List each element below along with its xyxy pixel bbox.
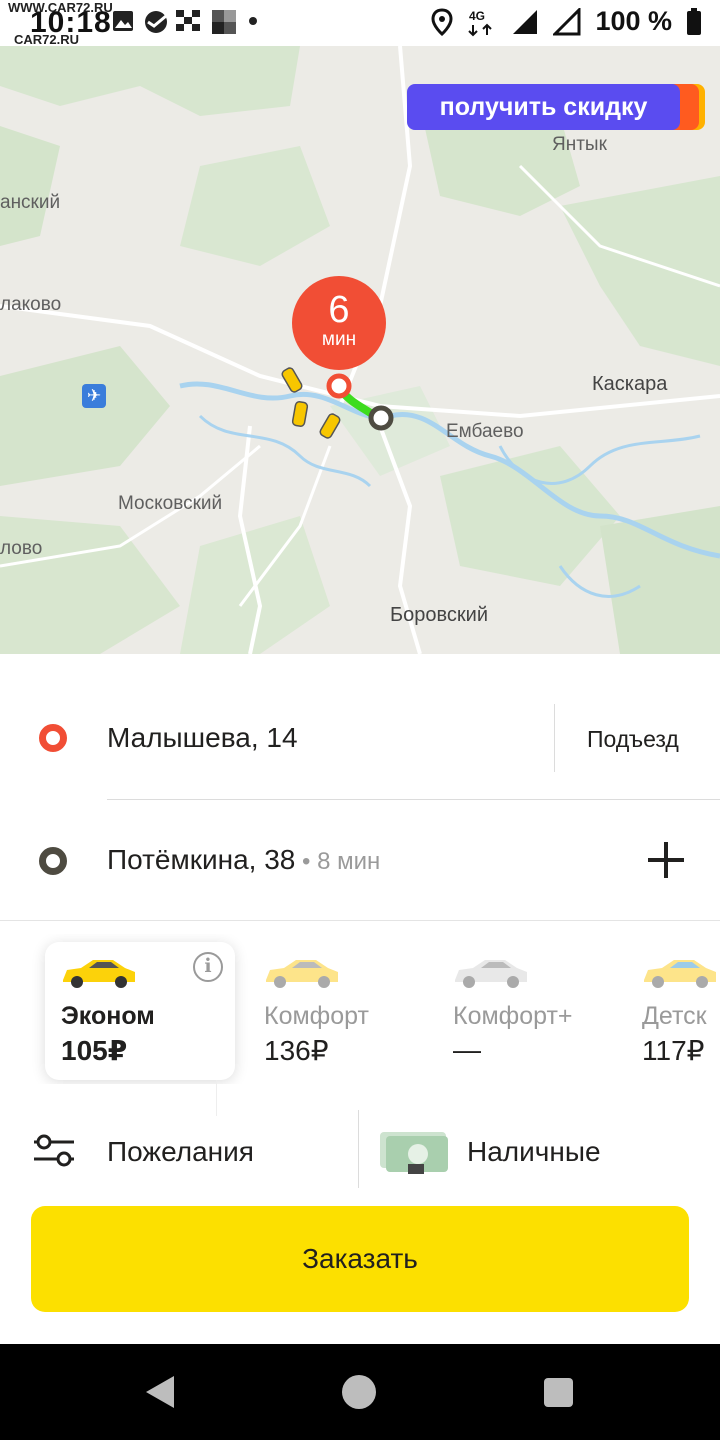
tariff-card-comfort-plus[interactable]: Комфорт+ — [437,942,627,1080]
signal-icon [513,9,538,34]
payment-label: Наличные [467,1136,601,1167]
map-place-kaskara: Каскара [592,373,668,395]
divider [0,920,720,921]
recent-apps-icon[interactable] [544,1378,573,1407]
network-type-text: 4G [469,9,485,23]
watermark-bottom: CAR72.RU [14,32,80,47]
battery-percent: 100 % [595,6,672,36]
wifi-signal-icon [553,7,581,35]
map-place-lovo: лово [0,538,43,559]
tariff-name: Комфорт+ [453,1002,573,1030]
cash-icon [380,1132,448,1174]
divider [107,799,720,800]
divider [554,704,555,772]
map-place-moskovskiy: Московский [118,493,223,514]
order-button[interactable]: Заказать [31,1206,689,1312]
home-icon[interactable] [342,1375,376,1409]
pickup-eta-badge: 6 мин [292,276,386,370]
entrance-button[interactable]: Подъезд [587,726,679,753]
more-notifications-dot-icon [249,17,257,25]
map[interactable]: получить скидку Янтык анский лаково Каск… [0,46,720,654]
divider [358,1110,359,1188]
pickup-eta-unit: мин [321,329,357,350]
tariff-card-econom[interactable]: i Эконом 105₽ [45,942,235,1080]
map-place-lakovo: лаково [0,294,62,315]
payment-method-button[interactable]: Наличные [360,1110,720,1190]
map-place-anskiy: анский [0,192,61,213]
promo-label[interactable]: получить скидку [407,84,680,130]
wishes-button[interactable]: Пожелания [0,1110,358,1190]
network-4g-icon: 4G [468,9,493,36]
destination-address-text: Потёмкина, 38 [107,844,296,875]
pickup-address-field[interactable]: Малышева, 14 [107,722,298,754]
airport-icon: ✈ [82,384,106,408]
back-icon[interactable] [146,1376,174,1408]
tariff-price: 136₽ [264,1035,329,1066]
comfort-plus-car-icon [455,960,527,988]
tariff-name: Детск [642,1002,707,1030]
tariff-price: 105₽ [61,1035,128,1066]
tariff-info-icon[interactable]: i [193,952,223,982]
tariff-price: — [453,1034,481,1065]
kids-car-icon [644,960,716,988]
battery-icon [687,7,701,35]
pickup-point-icon [39,724,67,752]
tariff-price: 117₽ [642,1035,705,1066]
econom-car-icon [63,960,135,988]
app-notification-icon [212,10,236,34]
sberbank-notification-icon [145,11,167,33]
tariff-selector[interactable]: i Эконом 105₽ Комфорт 136₽ Комфорт+ — Де… [0,934,720,1084]
tariff-card-comfort[interactable]: Комфорт 136₽ [248,942,438,1080]
pickup-eta-value: 6 [328,289,350,331]
map-place-embaevo: Ембаево [446,421,524,442]
add-stop-button[interactable] [646,840,686,880]
gallery-notification-icon [113,11,133,31]
system-nav-bar [0,1344,720,1440]
wishes-label: Пожелания [107,1136,254,1167]
map-place-borovskiy: Боровский [390,604,488,626]
location-icon [431,7,453,36]
tariff-name: Комфорт [264,1002,369,1030]
tariff-card-kids[interactable]: Детск 117₽ [626,942,720,1080]
taxi-notification-icon [176,10,200,31]
order-sheet: Малышева, 14 Подъезд Потёмкина, 38 • 8 м… [0,654,720,1344]
destination-address-field[interactable]: Потёмкина, 38 • 8 мин [107,844,380,876]
promo-discount-button[interactable]: получить скидку [407,84,705,130]
status-right: 4G 100 % [431,6,702,37]
tariff-name: Эконом [61,1002,155,1030]
status-bar: WWW.CAR72.RU 10:18 CAR72.RU 4G 100 % [0,0,720,47]
destination-eta: • 8 мин [295,848,381,875]
sliders-icon [34,1134,74,1167]
destination-point-icon [39,847,67,875]
map-place-yantyk: Янтык [552,134,607,155]
comfort-car-icon [266,960,338,988]
